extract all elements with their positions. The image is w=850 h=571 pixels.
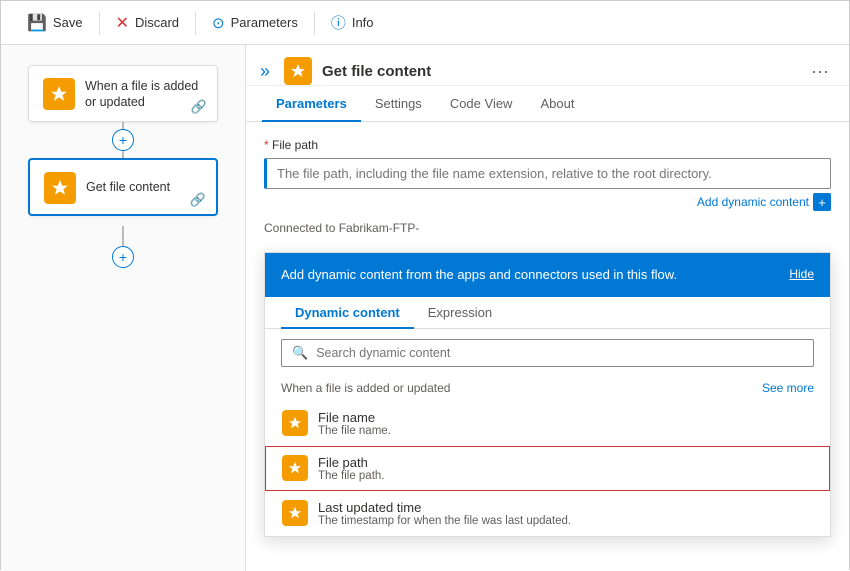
popup-item-filename-text: File name The file name. (318, 410, 391, 437)
add-dynamic-link[interactable]: Add dynamic content (697, 195, 809, 209)
left-panel: When a file is added or updated 🔗 + Get … (1, 45, 246, 571)
parameters-icon: ⊙ (212, 14, 225, 32)
popup-tab-dynamic-content[interactable]: Dynamic content (281, 297, 414, 329)
popup-tabs: Dynamic content Expression (265, 297, 830, 329)
popup-header-text: Add dynamic content from the apps and co… (281, 265, 779, 285)
info-button[interactable]: ⓘ Info (317, 6, 388, 39)
connector-plus-1[interactable]: + (112, 129, 134, 151)
content-area: * File path Add dynamic content + Connec… (246, 122, 849, 571)
right-header: » Get file content ··· (246, 45, 849, 86)
info-icon: ⓘ (331, 12, 346, 33)
popup-item-filename-desc: The file name. (318, 425, 391, 437)
trigger-card-icon (43, 78, 75, 110)
popup-item-filepath-desc: The file path. (318, 470, 384, 482)
popup-item-filepath-name: File path (318, 455, 384, 470)
required-marker: * (264, 138, 269, 152)
tabs-row: Parameters Settings Code View About (246, 86, 849, 122)
tab-parameters[interactable]: Parameters (262, 86, 361, 122)
popup-item-filename-icon (282, 410, 308, 436)
toolbar-divider-2 (195, 11, 196, 35)
toolbar-divider-3 (314, 11, 315, 35)
popup-item-lastupdated-desc: The timestamp for when the file was last… (318, 515, 571, 527)
popup-item-filename-name: File name (318, 410, 391, 425)
see-more-link[interactable]: See more (762, 381, 814, 395)
popup-section-label: When a file is added or updated See more (265, 377, 830, 401)
action-card-link-icon: 🔗 (190, 192, 206, 208)
trigger-card[interactable]: When a file is added or updated 🔗 (28, 65, 218, 122)
file-path-label: * File path (264, 138, 831, 152)
connector-line-2 (122, 151, 124, 158)
discard-label: Discard (135, 15, 179, 30)
popup-item-lastupdated-icon (282, 500, 308, 526)
tab-about[interactable]: About (526, 86, 588, 122)
save-label: Save (53, 15, 83, 30)
popup-section-label-text: When a file is added or updated (281, 381, 450, 395)
tab-settings[interactable]: Settings (361, 86, 436, 122)
dynamic-content-popup: Add dynamic content from the apps and co… (264, 252, 831, 537)
collapse-button[interactable]: » (260, 62, 270, 80)
tab-code-view[interactable]: Code View (436, 86, 527, 122)
discard-icon: ✕ (116, 13, 129, 33)
parameters-label: Parameters (231, 15, 298, 30)
popup-item-filepath[interactable]: File path The file path. (265, 446, 830, 491)
file-path-label-text: File path (272, 138, 318, 152)
more-options-button[interactable]: ··· (807, 60, 833, 82)
action-card[interactable]: Get file content 🔗 (28, 158, 218, 216)
popup-item-lastupdated[interactable]: Last updated time The timestamp for when… (265, 491, 830, 536)
bottom-plus[interactable]: + (112, 246, 134, 268)
popup-item-lastupdated-name: Last updated time (318, 500, 571, 515)
toolbar-divider-1 (99, 11, 100, 35)
popup-search-input[interactable] (316, 346, 803, 360)
add-dynamic-btn[interactable]: + (813, 193, 831, 211)
flow-plus-bottom: + (112, 226, 134, 268)
connector-line-1 (122, 122, 124, 129)
info-label: Info (352, 15, 374, 30)
add-dynamic-row: Add dynamic content + (264, 193, 831, 211)
save-icon: 💾 (27, 13, 47, 33)
popup-item-lastupdated-text: Last updated time The timestamp for when… (318, 500, 571, 527)
popup-hide-button[interactable]: Hide (789, 265, 814, 281)
popup-item-filepath-text: File path The file path. (318, 455, 384, 482)
connected-label: Connected to Fabrikam-FTP- (264, 221, 831, 235)
discard-button[interactable]: ✕ Discard (102, 7, 193, 39)
action-card-text: Get file content (86, 179, 170, 195)
save-button[interactable]: 💾 Save (13, 7, 97, 39)
main-layout: When a file is added or updated 🔗 + Get … (1, 45, 849, 571)
popup-item-filename[interactable]: File name The file name. (265, 401, 830, 446)
parameters-button[interactable]: ⊙ Parameters (198, 8, 312, 38)
popup-item-filepath-icon (282, 455, 308, 481)
trigger-card-text: When a file is added or updated (85, 78, 203, 111)
popup-header: Add dynamic content from the apps and co… (265, 253, 830, 297)
search-icon: 🔍 (292, 345, 308, 361)
right-header-title: Get file content (322, 63, 797, 80)
popup-search-box[interactable]: 🔍 (281, 339, 814, 367)
trigger-card-link-icon: 🔗 (191, 99, 207, 115)
toolbar: 💾 Save ✕ Discard ⊙ Parameters ⓘ Info (1, 1, 849, 45)
flow-connector-1: + (112, 122, 134, 158)
right-header-icon (284, 57, 312, 85)
right-panel: » Get file content ··· Parameters Settin… (246, 45, 849, 571)
bottom-line (122, 226, 124, 246)
file-path-input[interactable] (264, 158, 831, 189)
action-card-icon (44, 172, 76, 204)
popup-tab-expression[interactable]: Expression (414, 297, 506, 329)
